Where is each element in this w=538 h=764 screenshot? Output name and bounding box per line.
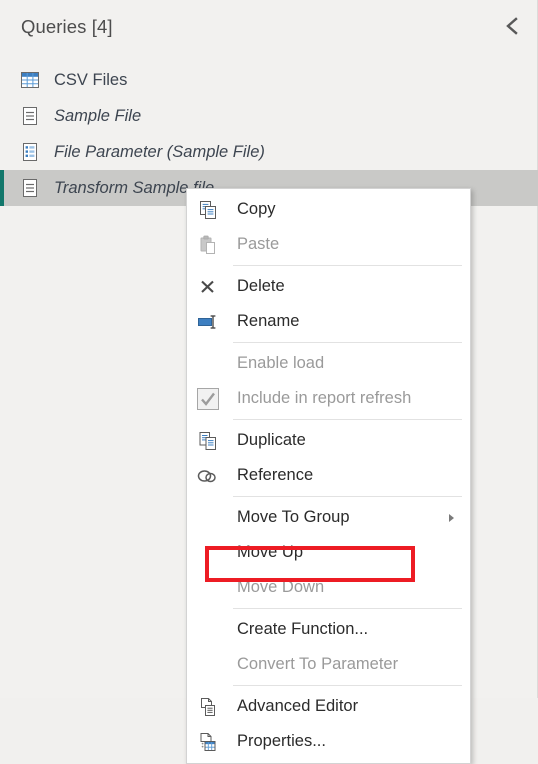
- list-item-label: CSV Files: [54, 70, 128, 89]
- copy-icon: [193, 196, 223, 224]
- selection-accent-bar: [0, 170, 4, 206]
- menu-item-label: Move Down: [237, 578, 325, 596]
- rename-icon: [193, 308, 223, 336]
- no-icon: [193, 574, 223, 602]
- parameter-icon: [18, 140, 42, 164]
- menu-item-label: Paste: [237, 235, 280, 253]
- collapse-pane-button[interactable]: [495, 11, 529, 41]
- list-item[interactable]: File Parameter (Sample File): [0, 134, 538, 170]
- menu-item-enable-load[interactable]: Enable load: [187, 346, 470, 381]
- queries-pane-header: Queries [4]: [0, 0, 538, 57]
- checkbox-checked-icon: [193, 385, 223, 413]
- menu-item-label: Delete: [237, 277, 285, 295]
- menu-item-delete[interactable]: Delete: [187, 269, 470, 304]
- menu-item-duplicate[interactable]: Duplicate: [187, 423, 470, 458]
- menu-item-label: Move To Group: [237, 508, 350, 526]
- query-context-menu: Copy Paste Delete Rename Enable load Inc…: [186, 188, 471, 764]
- paste-icon: [193, 231, 223, 259]
- properties-icon: [193, 728, 223, 756]
- no-icon: [193, 539, 223, 567]
- menu-item-advanced-editor[interactable]: Advanced Editor: [187, 689, 470, 724]
- menu-separator: [233, 608, 462, 609]
- query-list: CSV Files Sample File File Parameter (Sa…: [0, 62, 538, 206]
- page-title: Queries [4]: [21, 16, 113, 37]
- selection-accent-bar: [0, 134, 4, 170]
- menu-separator: [233, 685, 462, 686]
- chevron-left-icon: [505, 17, 519, 35]
- no-icon: [193, 504, 223, 532]
- menu-item-properties[interactable]: Properties...: [187, 724, 470, 759]
- table-icon: [18, 68, 42, 92]
- menu-separator: [233, 419, 462, 420]
- document-lines-icon: [18, 104, 42, 128]
- no-icon: [193, 350, 223, 378]
- menu-separator: [233, 496, 462, 497]
- advanced-editor-icon: [193, 693, 223, 721]
- list-item[interactable]: CSV Files: [0, 62, 538, 98]
- menu-item-move-to-group[interactable]: Move To Group: [187, 500, 470, 535]
- list-item[interactable]: Sample File: [0, 98, 538, 134]
- menu-item-reference[interactable]: Reference: [187, 458, 470, 493]
- menu-separator: [233, 342, 462, 343]
- menu-item-label: Move Up: [237, 543, 304, 561]
- menu-item-create-function[interactable]: Create Function...: [187, 612, 470, 647]
- list-item-label: File Parameter (Sample File): [54, 142, 265, 161]
- menu-item-label: Reference: [237, 466, 314, 484]
- selection-accent-bar: [0, 98, 4, 134]
- menu-item-label: Include in report refresh: [237, 389, 412, 407]
- menu-item-label: Create Function...: [237, 620, 369, 638]
- reference-link-icon: [193, 462, 223, 490]
- menu-item-label: Copy: [237, 200, 276, 218]
- menu-item-label: Convert To Parameter: [237, 655, 399, 673]
- menu-item-label: Enable load: [237, 354, 325, 372]
- menu-item-move-up[interactable]: Move Up: [187, 535, 470, 570]
- no-icon: [193, 616, 223, 644]
- list-item-label: Sample File: [54, 106, 142, 125]
- menu-item-paste[interactable]: Paste: [187, 227, 470, 262]
- menu-item-label: Properties...: [237, 732, 326, 750]
- menu-item-label: Advanced Editor: [237, 697, 359, 715]
- duplicate-icon: [193, 427, 223, 455]
- menu-item-rename[interactable]: Rename: [187, 304, 470, 339]
- menu-item-include-in-report-refresh[interactable]: Include in report refresh: [187, 381, 470, 416]
- chevron-right-icon: [449, 513, 454, 522]
- menu-item-label: Duplicate: [237, 431, 306, 449]
- document-lines-icon: [18, 176, 42, 200]
- menu-item-convert-to-parameter[interactable]: Convert To Parameter: [187, 647, 470, 682]
- delete-x-icon: [193, 273, 223, 301]
- selection-accent-bar: [0, 62, 4, 98]
- menu-item-label: Rename: [237, 312, 300, 330]
- menu-item-copy[interactable]: Copy: [187, 192, 470, 227]
- menu-item-move-down[interactable]: Move Down: [187, 570, 470, 605]
- menu-separator: [233, 265, 462, 266]
- no-icon: [193, 651, 223, 679]
